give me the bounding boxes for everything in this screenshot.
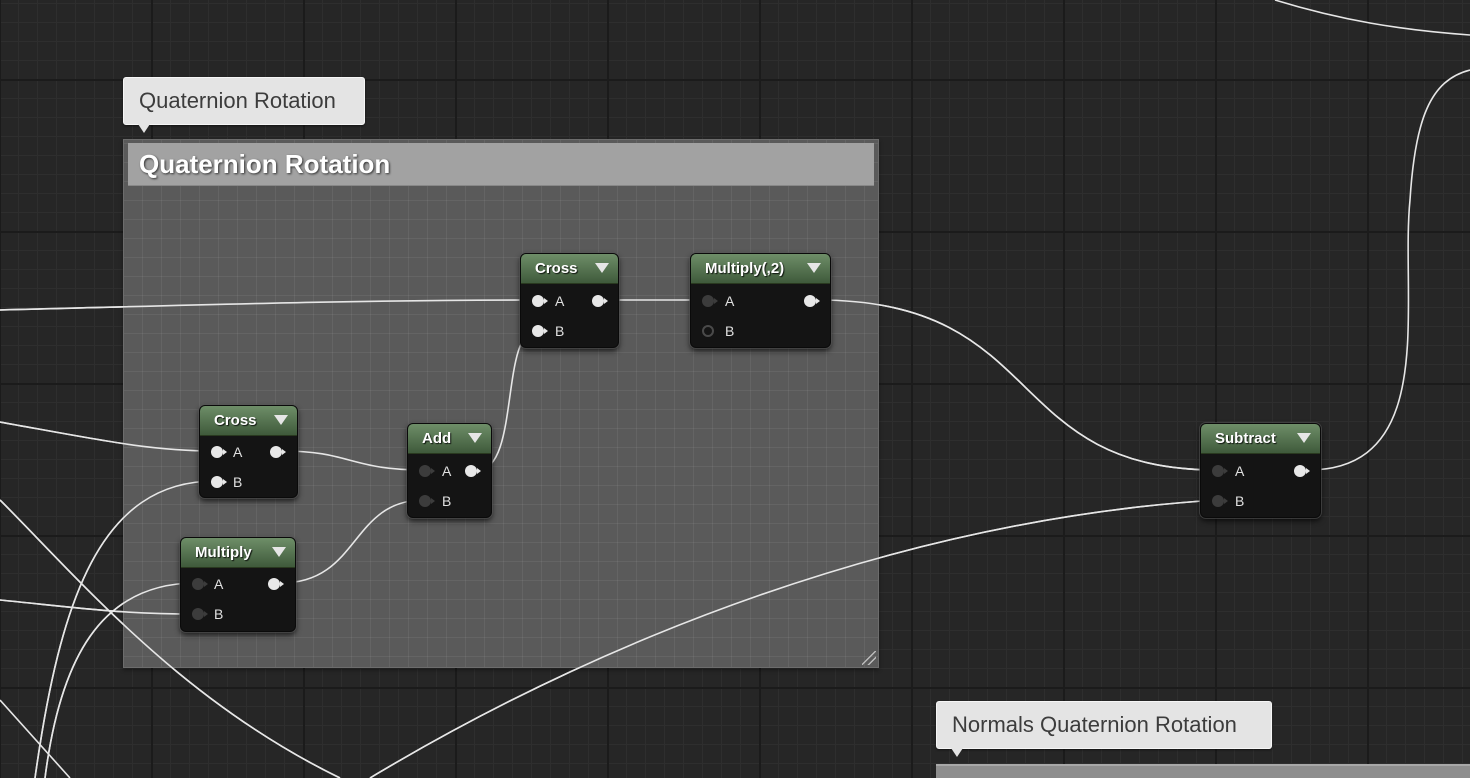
pin-label-b: B <box>1235 493 1245 509</box>
pin-label-a: A <box>442 463 452 479</box>
node-title: Cross <box>214 412 257 429</box>
dropdown-arrow-icon[interactable] <box>468 433 482 443</box>
pin-label-a: A <box>233 444 243 460</box>
pin-label-b: B <box>725 323 735 339</box>
node-cross-left[interactable]: Cross A B <box>199 405 298 498</box>
node-title: Subtract <box>1215 430 1276 447</box>
pin-label-b: B <box>233 474 243 490</box>
node-multiply[interactable]: Multiply A B <box>180 537 296 632</box>
dropdown-arrow-icon[interactable] <box>595 263 609 273</box>
dropdown-arrow-icon[interactable] <box>274 415 288 425</box>
pin-label-a: A <box>555 293 565 309</box>
node-title: Multiply <box>195 544 252 561</box>
node-multiply-2[interactable]: Multiply(,2) A B <box>690 253 831 348</box>
pin-label-b: B <box>442 493 452 509</box>
comment-bubble-text: Normals Quaternion Rotation <box>952 712 1237 737</box>
node-header[interactable]: Cross <box>200 406 297 436</box>
node-subtract[interactable]: Subtract A B <box>1200 423 1321 518</box>
pin-label-a: A <box>214 576 224 592</box>
node-add[interactable]: Add A B <box>407 423 492 518</box>
pin-label-a: A <box>1235 463 1245 479</box>
node-title: Cross <box>535 260 578 277</box>
node-title: Add <box>422 430 452 447</box>
comment-box-normals-edge[interactable] <box>936 764 1470 778</box>
dropdown-arrow-icon[interactable] <box>807 263 821 273</box>
node-header[interactable]: Subtract <box>1201 424 1320 454</box>
node-title: Multiply(,2) <box>705 260 785 277</box>
pin-label-b: B <box>214 606 224 622</box>
pin-label-b: B <box>555 323 565 339</box>
dropdown-arrow-icon[interactable] <box>1297 433 1311 443</box>
dropdown-arrow-icon[interactable] <box>272 547 286 557</box>
node-header[interactable]: Add <box>408 424 491 454</box>
wire-layer-front <box>0 299 1218 778</box>
node-header[interactable]: Multiply(,2) <box>691 254 830 284</box>
node-cross-top[interactable]: Cross A B <box>520 253 619 348</box>
pin-label-a: A <box>725 293 735 309</box>
comment-bubble-normals-quaternion-rotation[interactable]: Normals Quaternion Rotation <box>936 701 1272 757</box>
node-header[interactable]: Cross <box>521 254 618 284</box>
node-header[interactable]: Multiply <box>181 538 295 568</box>
